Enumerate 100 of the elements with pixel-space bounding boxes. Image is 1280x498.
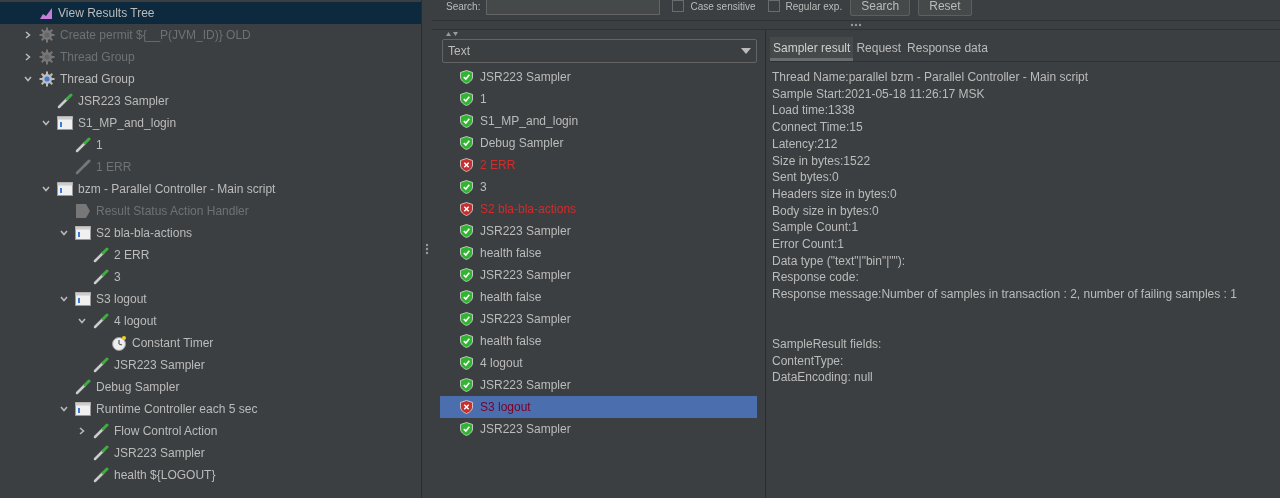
collapse-arrows-icon[interactable] <box>446 31 458 37</box>
pipette-icon <box>93 357 109 373</box>
detail-tab[interactable]: Sampler result <box>770 37 854 61</box>
shield-check-icon <box>460 136 473 150</box>
chevron-down-icon[interactable] <box>77 316 87 326</box>
result-item[interactable]: health false <box>440 330 757 352</box>
chevron-down-icon[interactable] <box>59 294 69 304</box>
gear-icon <box>39 27 55 43</box>
result-label: JSR223 Sampler <box>480 223 571 240</box>
result-line: Response message:Number of samples in transaction : 2, number of failing samples : 1 <box>772 286 1237 303</box>
tree-item-label: JSR223 Sampler <box>114 357 205 374</box>
tree-item-label: health ${LOGOUT} <box>114 467 216 484</box>
shield-x-icon <box>460 158 473 172</box>
result-item[interactable]: Debug Sampler <box>440 132 757 154</box>
field-line: ContentType: <box>772 352 844 370</box>
checkbox[interactable] <box>767 0 780 12</box>
tree-item-label: 1 <box>96 137 103 154</box>
tree-item[interactable]: 2 ERR <box>0 244 421 266</box>
tree-item-label: JSR223 Sampler <box>78 93 169 110</box>
tree-item[interactable]: Runtime Controller each 5 sec <box>0 398 421 420</box>
tree-item[interactable]: S1_MP_and_login <box>0 112 421 134</box>
shield-check-icon <box>460 378 473 392</box>
tree-item[interactable]: View Results Tree <box>0 2 421 24</box>
result-line: Data type ("text"|"bin"|""): <box>772 252 906 270</box>
tree-item[interactable]: Constant Timer <box>0 332 421 354</box>
result-label: S2 bla-bla-actions <box>480 201 577 218</box>
result-item[interactable]: health false <box>440 242 757 264</box>
splitter-handle-icon[interactable] <box>425 243 429 255</box>
pipette-icon <box>93 247 109 263</box>
tree-item[interactable]: JSR223 Sampler <box>0 442 421 464</box>
chevron-down-icon[interactable] <box>41 184 51 194</box>
gear-icon <box>39 49 55 65</box>
shield-check-icon <box>460 180 473 194</box>
checkbox[interactable] <box>672 0 685 12</box>
result-label: JSR223 Sampler <box>480 377 571 394</box>
pipette-icon <box>93 445 109 461</box>
shield-check-icon <box>460 334 473 348</box>
chart-icon <box>39 6 53 20</box>
pipette-icon <box>93 467 109 483</box>
search-field[interactable] <box>486 0 661 15</box>
result-label: 2 ERR <box>480 157 516 174</box>
tree-item[interactable]: 3 <box>0 266 421 288</box>
result-item[interactable]: 1 <box>440 88 757 110</box>
result-label: 4 logout <box>480 355 523 372</box>
chevron-down-icon[interactable] <box>59 228 69 238</box>
tree-item-label: 3 <box>114 269 121 286</box>
shield-check-icon <box>460 422 473 436</box>
tree-item[interactable]: JSR223 Sampler <box>0 354 421 376</box>
result-item[interactable]: JSR223 Sampler <box>440 418 757 440</box>
shield-check-icon <box>460 246 473 260</box>
field-line: DataEncoding: null <box>772 369 873 386</box>
result-line: Load time:1338 <box>772 102 855 120</box>
tree-item-label: Flow Control Action <box>114 423 218 440</box>
tree-item[interactable]: 1 <box>0 134 421 156</box>
result-line: Sent bytes:0 <box>772 169 839 186</box>
tree-item[interactable]: 4 logout <box>0 310 421 332</box>
result-item[interactable]: JSR223 Sampler <box>440 220 757 242</box>
tree-item[interactable]: JSR223 Sampler <box>0 90 421 112</box>
tree-item[interactable]: S3 logout <box>0 288 421 310</box>
result-item[interactable]: JSR223 Sampler <box>440 264 757 286</box>
reset-button[interactable]: Reset <box>918 0 972 16</box>
tree-item[interactable]: Flow Control Action <box>0 420 421 442</box>
tree-item-label: Runtime Controller each 5 sec <box>96 401 258 418</box>
shield-check-icon <box>460 268 473 282</box>
search-button[interactable]: Search <box>850 0 911 16</box>
result-item[interactable]: S1_MP_and_login <box>440 110 757 132</box>
result-label: JSR223 Sampler <box>480 311 571 328</box>
chevron-right-icon[interactable] <box>77 426 87 436</box>
tree-item[interactable]: bzm - Parallel Controller - Main script <box>0 178 421 200</box>
detail-tab[interactable]: Response data <box>904 37 991 61</box>
tree-item[interactable]: Debug Sampler <box>0 376 421 398</box>
chevron-down-icon[interactable] <box>59 404 69 414</box>
result-item[interactable]: JSR223 Sampler <box>440 308 757 330</box>
shield-check-icon <box>460 224 473 238</box>
renderer-dropdown[interactable]: Text <box>442 39 757 63</box>
checkbox-label: Regular exp. <box>785 0 843 14</box>
tree-item-label: S1_MP_and_login <box>78 115 177 132</box>
result-item[interactable]: JSR223 Sampler <box>440 374 757 396</box>
result-item[interactable]: health false <box>440 286 757 308</box>
result-label: 3 <box>480 179 487 196</box>
result-item[interactable]: JSR223 Sampler <box>440 66 757 88</box>
tree-item[interactable]: Thread Group <box>0 68 421 90</box>
result-line: Thread Name:parallel bzm - Parallel Controller - Main script <box>772 69 1089 86</box>
pipette-icon <box>93 269 109 285</box>
tree-item[interactable]: S2 bla-bla-actions <box>0 222 421 244</box>
result-label: Debug Sampler <box>480 135 564 152</box>
pipette-icon <box>75 137 91 153</box>
controller-icon <box>75 292 91 306</box>
detail-tab[interactable]: Request <box>853 37 905 61</box>
result-label: S1_MP_and_login <box>480 113 579 130</box>
result-item[interactable]: 3 <box>440 176 757 198</box>
result-line: Sample Start:2021-05-18 11:26:17 MSK <box>772 85 985 103</box>
tree-item[interactable]: health ${LOGOUT} <box>0 464 421 486</box>
chevron-down-icon[interactable] <box>23 74 33 84</box>
tree-item-label: Thread Group <box>60 71 135 88</box>
chevron-down-icon[interactable] <box>41 118 51 128</box>
tree-item-label: bzm - Parallel Controller - Main script <box>78 181 276 198</box>
splitter-handle-icon[interactable] <box>850 23 862 27</box>
result-item[interactable]: 4 logout <box>440 352 757 374</box>
pipette-icon <box>75 159 91 175</box>
